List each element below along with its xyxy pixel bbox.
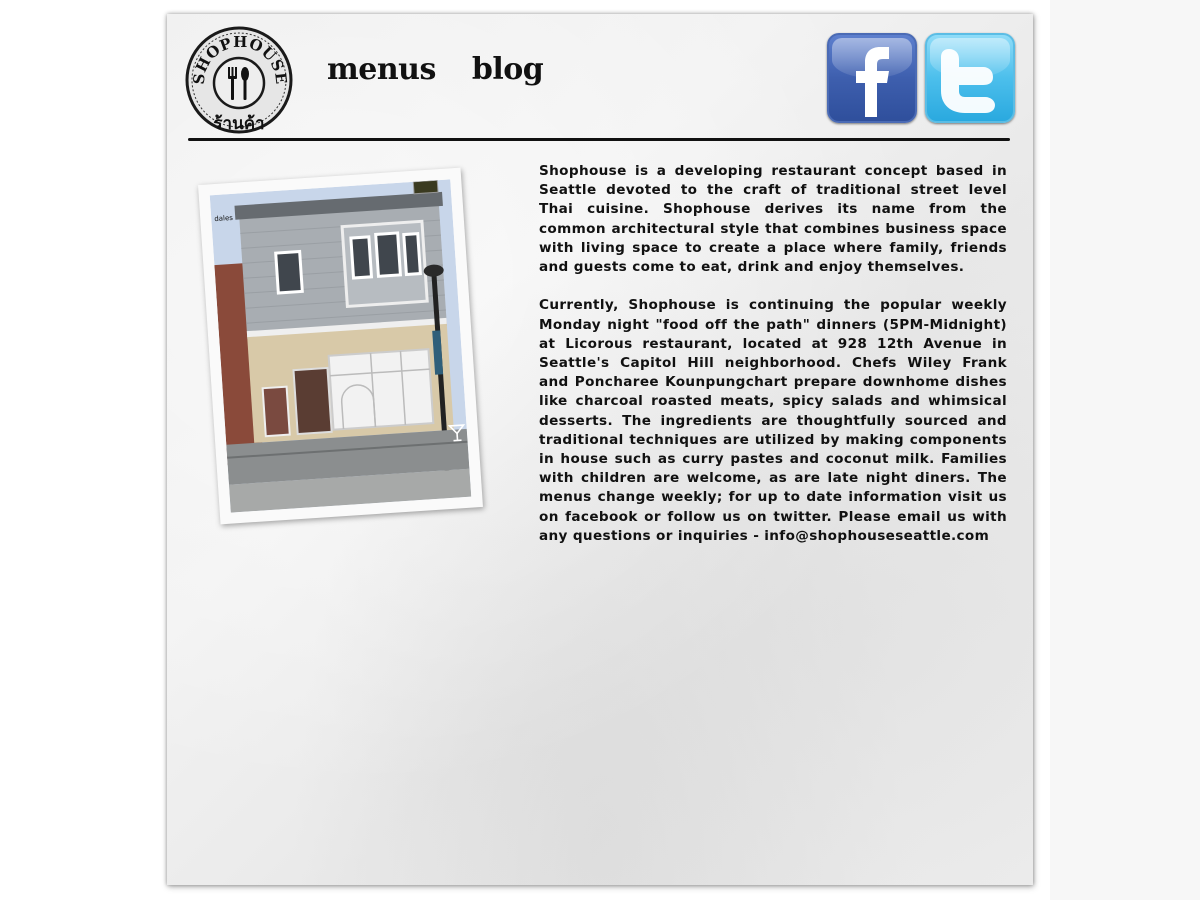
about-content: Shophouse is a developing restaurant con… [539, 162, 1007, 565]
storefront-photo: dales [198, 167, 483, 525]
facebook-button[interactable] [827, 33, 917, 123]
main-nav: menus blog [327, 52, 544, 87]
nav-menus-link[interactable]: menus [327, 52, 436, 87]
shophouse-logo[interactable]: SHOPHOUSE ร้านค้า [184, 25, 294, 135]
twitter-icon [941, 49, 995, 113]
header-divider [188, 138, 1010, 141]
photo-corner-label: dales [214, 214, 233, 223]
about-paragraph-2: Currently, Shophouse is continuing the p… [539, 297, 1007, 544]
facebook-icon [856, 47, 889, 117]
logo-thai-text: ร้านค้า [213, 114, 264, 134]
twitter-button[interactable] [925, 33, 1015, 123]
nav-blog-link[interactable]: blog [472, 52, 544, 87]
about-paragraph-1: Shophouse is a developing restaurant con… [539, 163, 1007, 276]
paper-panel: SHOPHOUSE ร้านค้า menus blog dales Shoph… [167, 14, 1033, 885]
